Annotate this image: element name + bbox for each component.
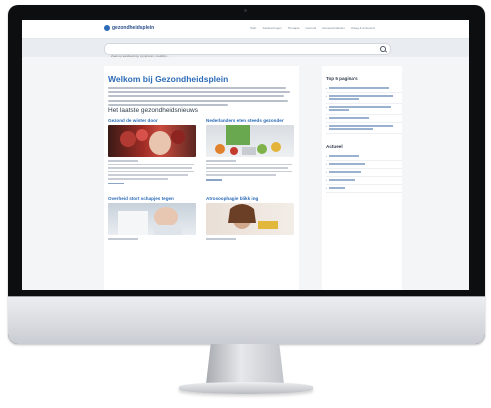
list-item[interactable]: ›	[326, 104, 402, 115]
list-item[interactable]: ›	[326, 123, 402, 134]
article-image[interactable]	[108, 203, 196, 235]
list-item[interactable]: ›	[326, 93, 402, 104]
chevron-right-icon: ›	[326, 86, 327, 90]
search-input[interactable]	[111, 52, 371, 60]
top-pages-list: › › › › ›	[326, 85, 402, 134]
article-card[interactable]: Overheid stort schapjes tegen	[108, 196, 196, 240]
read-more-link[interactable]	[206, 178, 222, 181]
nav-item-vraag[interactable]: Vraag & Antwoord	[351, 26, 375, 30]
article-image[interactable]	[206, 203, 294, 235]
chevron-right-icon: ›	[326, 162, 327, 166]
site-logo[interactable]: gezondheidsplein	[104, 25, 154, 31]
chevron-right-icon: ›	[326, 178, 327, 182]
site-header: gezondheidsplein Start Aandoeningen Ther…	[22, 20, 469, 39]
intro-text	[108, 87, 290, 108]
search-box	[104, 43, 391, 60]
flowers-illustration	[120, 129, 185, 155]
main-content: Welkom bij Gezondheidsplein Het laatste …	[104, 66, 299, 290]
chevron-right-icon: ›	[326, 124, 327, 128]
article-date	[206, 238, 236, 240]
chevron-right-icon: ›	[326, 186, 327, 190]
chevron-right-icon: ›	[326, 94, 327, 98]
article-excerpt	[206, 163, 294, 176]
medical-illustration	[118, 207, 182, 235]
list-item[interactable]: ›	[326, 153, 402, 161]
article-image[interactable]	[108, 125, 196, 157]
sidebar-list-title: Actueel	[326, 144, 343, 149]
article-card[interactable]: Nederlanders eten steeds gezonder	[206, 118, 294, 181]
monitor-chin	[8, 297, 485, 344]
list-item[interactable]: ›	[326, 115, 402, 123]
section-title: Het laatste gezondheidsnieuws	[108, 107, 198, 114]
vegetables-illustration	[215, 125, 281, 155]
article-date	[108, 238, 138, 240]
list-item[interactable]: ›	[326, 185, 402, 193]
article-title[interactable]: Nederlanders eten steeds gezonder	[206, 118, 294, 123]
article-image[interactable]	[206, 125, 294, 157]
sidebar-top-title: Top 5 pagina's	[326, 76, 358, 81]
list-item[interactable]: ›	[326, 169, 402, 177]
nav-item-start[interactable]: Start	[250, 26, 256, 30]
logo-icon	[104, 25, 110, 31]
main-nav: Start Aandoeningen Therapie Gezond Genee…	[250, 26, 375, 30]
monitor-stand-base	[179, 382, 313, 394]
webcam	[244, 9, 247, 12]
nav-item-geneesmiddelen[interactable]: Geneesmiddelen	[322, 26, 345, 30]
article-card[interactable]: Atrosoophagie blikk ing	[206, 196, 294, 240]
chevron-right-icon: ›	[326, 116, 327, 120]
woman-illustration	[228, 204, 278, 229]
chevron-right-icon: ›	[326, 105, 327, 109]
logo-text: gezondheidsplein	[112, 25, 155, 31]
list-item[interactable]: ›	[326, 161, 402, 169]
nav-item-gezond[interactable]: Gezond	[306, 26, 317, 30]
article-date	[206, 160, 236, 162]
monitor-stand-neck	[206, 344, 284, 384]
article-title[interactable]: Overheid stort schapjes tegen	[108, 196, 196, 201]
list-item[interactable]: ›	[326, 85, 402, 93]
chevron-right-icon: ›	[326, 154, 327, 158]
page-title: Welkom bij Gezondheidsplein	[108, 74, 229, 84]
article-title[interactable]: Atrosoophagie blikk ing	[206, 196, 294, 201]
sidebar: Top 5 pagina's › › › › › Actueel › › › ›…	[322, 66, 402, 290]
search-icon[interactable]	[380, 46, 386, 52]
article-excerpt	[108, 163, 196, 180]
actueel-list: › › › › ›	[326, 153, 402, 193]
nav-item-therapie[interactable]: Therapie	[288, 26, 300, 30]
article-title[interactable]: Gezond de winter door	[108, 118, 196, 123]
chevron-right-icon: ›	[326, 170, 327, 174]
screen: gezondheidsplein Start Aandoeningen Ther…	[22, 20, 469, 290]
article-date	[108, 160, 138, 162]
list-item[interactable]: ›	[326, 177, 402, 185]
search-band	[22, 39, 469, 60]
article-card[interactable]: Gezond de winter door	[108, 118, 196, 185]
read-more-link[interactable]	[108, 182, 124, 185]
nav-item-aandoeningen[interactable]: Aandoeningen	[262, 26, 281, 30]
